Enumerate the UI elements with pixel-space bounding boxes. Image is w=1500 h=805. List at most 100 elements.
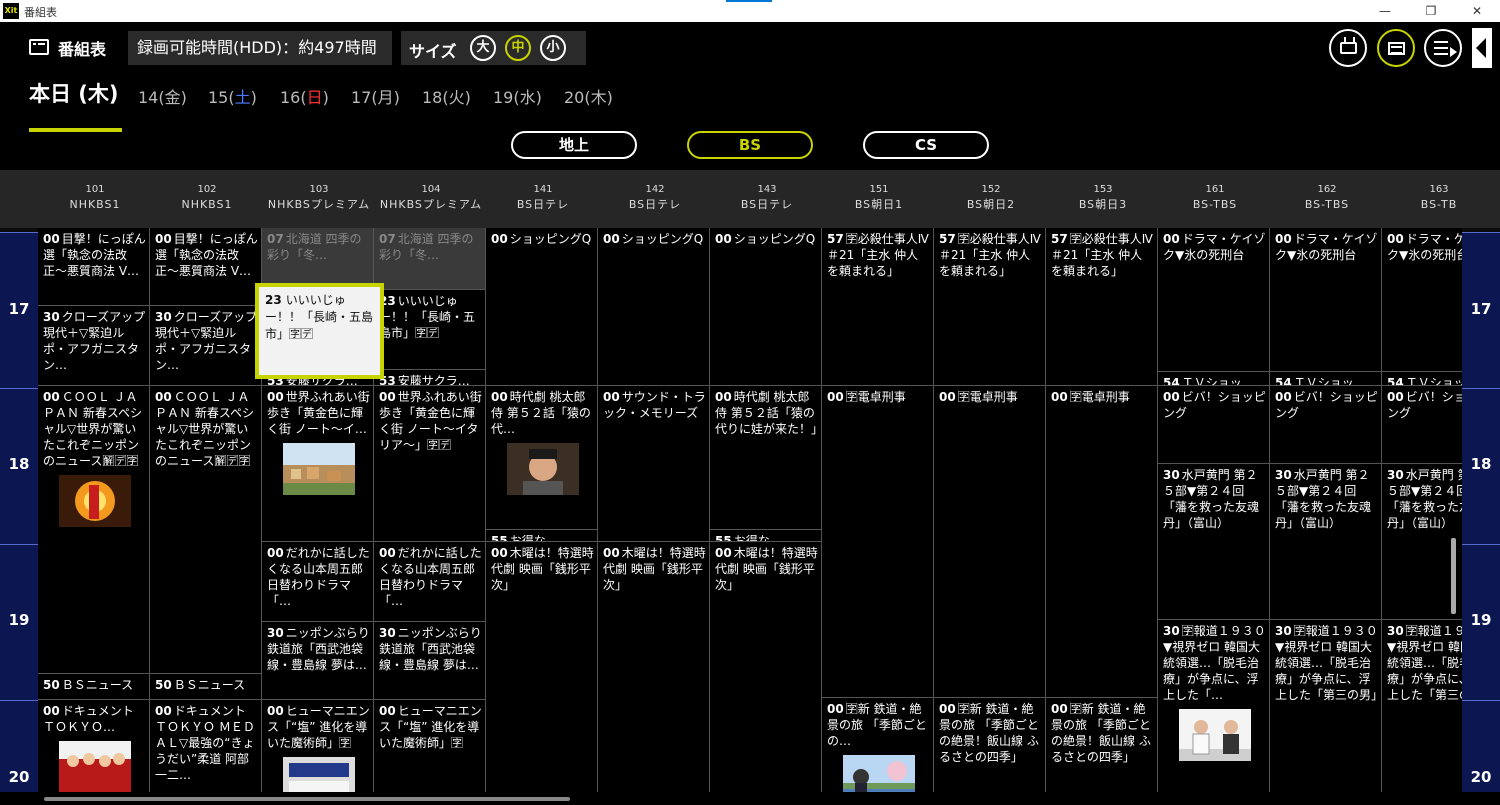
program-cell[interactable]: 00ドラマ・ケイゾク▼氷の死刑台 xyxy=(1270,228,1381,372)
program-start-minute: 00 xyxy=(939,390,956,404)
channel-column-101: 00 目撃！にっぽん 選「執念の法改正〜悪質商法 V… 30 クローズアップ現代＋▽緊… xyxy=(38,228,150,792)
program-cell[interactable]: 50 ＢＳニュース xyxy=(38,674,149,700)
program-cell[interactable]: 00 サウンド・トラック・メモリーズ xyxy=(598,386,709,542)
program-cell[interactable]: 54ＴＶショッ… xyxy=(1270,372,1381,386)
tv-button[interactable] xyxy=(1329,29,1367,67)
program-cell[interactable]: 00 🈑電卓刑事 xyxy=(1046,386,1157,698)
program-cell[interactable]: 00ビバ！ショッピング xyxy=(1158,386,1269,464)
program-cell[interactable]: 57 🈑必殺仕事人Ⅳ ＃21「主水 仲人を頼まれる」 xyxy=(1046,228,1157,386)
program-cell[interactable]: 00 ＣＯＯＬ ＪＡＰＡＮ 新春スペシャル▽世界が驚いたこれぞニッポンのニュース🈖… xyxy=(150,386,261,674)
program-cell[interactable]: 30 🈑報道１９３０▼視界ゼロ 韓国大統領選…「脱毛治療」が争点に、浮上した「… xyxy=(1158,620,1269,792)
program-cell[interactable]: 55 お得な… xyxy=(486,530,597,542)
program-cell[interactable]: 00 木曜は！特選時代劇 映画「銭形平次」 xyxy=(486,542,597,792)
program-cell[interactable]: 30水戸黄門 第２５部▼第２４回「藩を救った友魂丹」（富山） xyxy=(1270,464,1381,620)
maximize-button[interactable]: ❐ xyxy=(1408,0,1454,22)
program-cell[interactable]: 30水戸黄門 第２５部▼第２４回「藩を救った友魂丹」（富山） xyxy=(1158,464,1269,620)
program-grid[interactable]: 00 目撃！にっぽん 選「執念の法改正〜悪質商法 V… 30 クローズアップ現代＋▽緊… xyxy=(38,228,1462,792)
size-large-button[interactable]: 大 xyxy=(470,35,496,61)
program-cell[interactable]: 00ドラマ・ケイゾク▼氷の死刑台 xyxy=(1158,228,1269,372)
tab-cs[interactable]: CS xyxy=(863,131,989,159)
collapse-panel-button[interactable] xyxy=(1472,28,1492,68)
channel-header-104[interactable]: 104 NHKBSプレミアム xyxy=(375,182,487,212)
program-cell[interactable]: 00 時代劇 桃太郎侍 第５２話「猿の代りに娃が来た！」 xyxy=(710,386,821,530)
channel-header-142[interactable]: 142 BS日テレ xyxy=(599,182,711,212)
channel-header-143[interactable]: 143 BS日テレ xyxy=(711,182,823,212)
channel-header-102[interactable]: 102 NHKBS1 xyxy=(151,182,263,212)
program-cell[interactable]: 07 北海道 四季の彩り「冬… xyxy=(374,228,485,290)
program-cell[interactable]: 30 クローズアップ現代＋▽緊迫ルポ・アフガニスタン… xyxy=(150,306,261,386)
program-cell[interactable]: 00 時代劇 桃太郎侍 第５２話「猿の代… xyxy=(486,386,597,530)
program-cell[interactable]: 30 ニッポンぶらり鉄道旅「西武池袋線・豊島線 夢は… xyxy=(374,622,485,700)
channel-header-141[interactable]: 141 BS日テレ xyxy=(487,182,599,212)
horizontal-scrollbar[interactable] xyxy=(0,792,1500,805)
program-cell[interactable]: 00 🈑電卓刑事 xyxy=(822,386,933,698)
close-button[interactable]: ✕ xyxy=(1454,0,1500,22)
program-cell[interactable]: 00 だれかに話したくなる山本周五郎日替わりドラマ「… xyxy=(374,542,485,622)
program-cell[interactable]: 54ＴＶショッ… xyxy=(1158,372,1269,386)
program-cell[interactable]: 00ビバ！ショッピング xyxy=(1382,386,1462,464)
program-cell[interactable]: 30🈑報道１９３０▼視界ゼロ 韓国大統領選…「脱毛治療」が争点に、浮上した「第三… xyxy=(1270,620,1381,792)
tab-terrestrial[interactable]: 地上 xyxy=(511,131,637,159)
program-cell[interactable]: 00 ショッピングQ xyxy=(710,228,821,386)
program-cell[interactable]: 00 ＣＯＯＬ ＪＡＰＡＮ 新春スペシャル▽世界が驚いたこれぞニッポンのニュース🈖… xyxy=(38,386,149,674)
program-cell[interactable]: 54ＴＶショッ… xyxy=(1382,372,1462,386)
program-cell[interactable]: 30水戸黄門 第２５部▼第２４回「藩を救った友魂丹」（富山） xyxy=(1382,464,1462,620)
program-cell[interactable]: 00 世界ふれあい街歩き「黄金色に輝く街 ノート〜イタリア〜」🈑🈓 xyxy=(374,386,485,542)
date-tab-20[interactable]: 20(木) xyxy=(564,84,613,108)
channel-header-152[interactable]: 152 BS朝日2 xyxy=(935,182,1047,212)
program-cell[interactable]: 55 お得な… xyxy=(710,530,821,542)
program-cell[interactable]: 00 🈑新 鉄道・絶景の旅 「季節ごとの… xyxy=(822,698,933,792)
size-small-button[interactable]: 小 xyxy=(540,35,566,61)
channel-header-103[interactable]: 103 NHKBSプレミアム xyxy=(263,182,375,212)
program-cell[interactable]: 00ドラマ・ケイゾク▼氷の死刑台 xyxy=(1382,228,1462,372)
program-cell[interactable]: 00 ドキュメント ＴＯＫＹＯ ＭＥＤＡＬ▽最強の“きょうだい”柔道 阿部一二… xyxy=(150,700,261,792)
program-cell[interactable]: 00 木曜は！特選時代劇 映画「銭形平次」 xyxy=(710,542,821,792)
date-tab-18[interactable]: 18(火) xyxy=(422,84,471,108)
program-cell[interactable]: 00 世界ふれあい街歩き「黄金色に輝く街 ノート〜イ… xyxy=(262,386,373,542)
program-hover-popup[interactable]: 23 いいいじゅー！！「長崎・五島市」🈑🈓 xyxy=(255,283,384,379)
program-title: ＢＳニュース xyxy=(173,678,246,692)
date-tab-15[interactable]: 15(土) xyxy=(208,84,257,108)
program-cell[interactable]: 00 ヒューマニエンス「“塩” 進化を導いた魔術師」🈑 xyxy=(374,700,485,792)
program-cell[interactable]: 00 ドキュメント ＴＯＫＹＯ… xyxy=(38,700,149,792)
channel-header-162[interactable]: 162 BS-TBS xyxy=(1271,182,1383,212)
program-cell[interactable]: 00 ショッピングQ xyxy=(486,228,597,386)
program-cell[interactable]: 00 目撃！にっぽん 選「執念の法改正〜悪質商法 V… xyxy=(150,228,261,306)
channel-header-101[interactable]: 101 NHKBS1 xyxy=(39,182,151,212)
size-medium-button[interactable]: 中 xyxy=(505,35,531,61)
recording-list-button[interactable] xyxy=(1424,29,1462,67)
vertical-scrollbar-thumb[interactable] xyxy=(1451,538,1456,614)
tab-bs[interactable]: BS xyxy=(687,131,813,159)
guide-button[interactable] xyxy=(1377,29,1415,67)
date-tab-14[interactable]: 14(金) xyxy=(138,84,187,108)
date-tab-16[interactable]: 16(日) xyxy=(280,84,329,108)
program-cell[interactable]: 57 🈑必殺仕事人Ⅳ ＃21「主水 仲人を頼まれる」 xyxy=(934,228,1045,386)
horizontal-scrollbar-thumb[interactable] xyxy=(44,797,570,801)
program-cell[interactable]: 00 🈑新 鉄道・絶景の旅 「季節ごとの絶景！飯山線 ふるさとの四季」 xyxy=(1046,698,1157,792)
program-cell[interactable]: 00 ショッピングQ xyxy=(598,228,709,386)
program-cell[interactable]: 00 目撃！にっぽん 選「執念の法改正〜悪質商法 V… xyxy=(38,228,149,306)
channel-header-163[interactable]: 163 BS-TB xyxy=(1383,182,1495,212)
minimize-button[interactable]: — xyxy=(1362,0,1408,22)
channel-header-151[interactable]: 151 BS朝日1 xyxy=(823,182,935,212)
program-cell[interactable]: 23いいいじゅー！！「長崎・五島市」🈑🈓 xyxy=(374,290,485,370)
channel-header-161[interactable]: 161 BS-TBS xyxy=(1159,182,1271,212)
program-cell[interactable]: 30🈑報道１９３０▼視界ゼロ 韓国大統領選…「脱毛治療」が争点に、浮上した「第三… xyxy=(1382,620,1462,792)
size-selector: サイズ 大 中 小 xyxy=(401,31,586,65)
program-cell[interactable]: 07 北海道 四季の彩り「冬… xyxy=(262,228,373,290)
program-cell[interactable]: 50 ＢＳニュース xyxy=(150,674,261,700)
program-cell[interactable]: 57 🈑必殺仕事人Ⅳ ＃21「主水 仲人を頼まれる」 xyxy=(822,228,933,386)
program-cell[interactable]: 00 だれかに話したくなる山本周五郎日替わりドラマ「… xyxy=(262,542,373,622)
channel-header-153[interactable]: 153 BS朝日3 xyxy=(1047,182,1159,212)
program-cell[interactable]: 00 木曜は！特選時代劇 映画「銭形平次」 xyxy=(598,542,709,792)
date-tab-today[interactable]: 本日 (木) xyxy=(29,78,119,108)
date-tab-17[interactable]: 17(月) xyxy=(351,84,400,108)
program-cell[interactable]: 00 🈑新 鉄道・絶景の旅 「季節ごとの絶景！飯山線 ふるさとの四季」 xyxy=(934,698,1045,792)
program-cell[interactable]: 00 ヒューマニエンス「“塩” 進化を導いた魔術師」🈑 xyxy=(262,700,373,792)
program-cell[interactable]: 00ビバ！ショッピング xyxy=(1270,386,1381,464)
date-tab-19[interactable]: 19(水) xyxy=(493,84,542,108)
program-cell[interactable]: 00 🈑電卓刑事 xyxy=(934,386,1045,698)
program-cell[interactable]: 30 ニッポンぶらり鉄道旅「西武池袋線・豊島線 夢は… xyxy=(262,622,373,700)
program-cell[interactable]: 53 安藤サクラ… xyxy=(374,370,485,386)
program-cell[interactable]: 30 クローズアップ現代＋▽緊迫ルポ・アフガニスタン… xyxy=(38,306,149,386)
